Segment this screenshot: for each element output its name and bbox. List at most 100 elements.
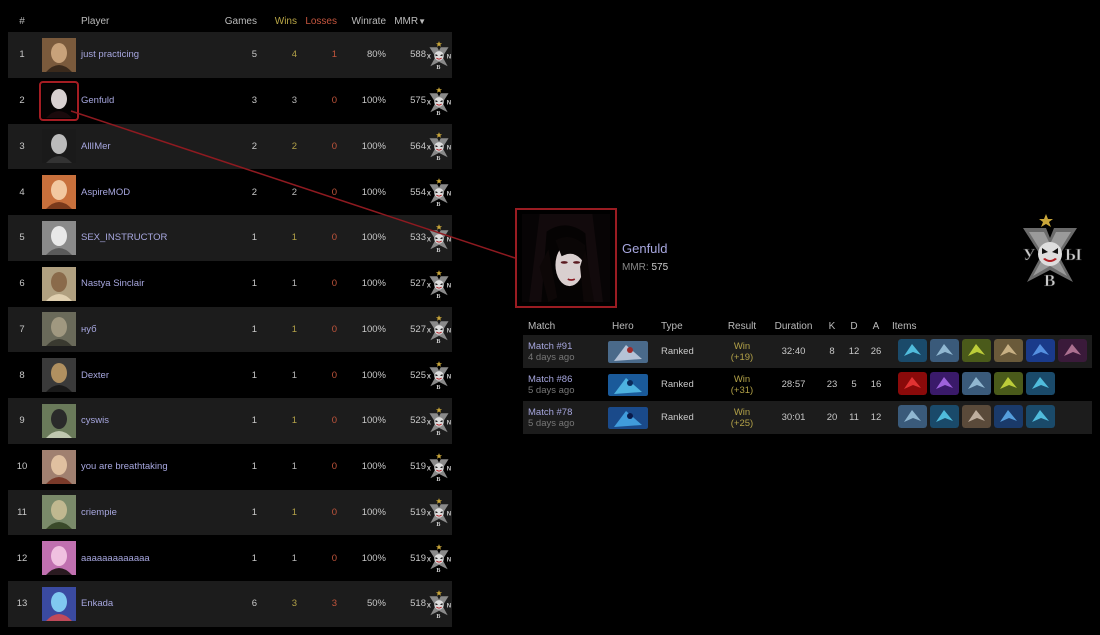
row-rank: 7	[19, 323, 25, 335]
item-icon	[1026, 371, 1055, 398]
match-title-link[interactable]: Match #86	[528, 374, 608, 385]
row-games: 2	[251, 186, 257, 198]
header-player[interactable]: Player	[81, 16, 205, 27]
row-rank: 3	[19, 140, 25, 152]
player-name-link[interactable]: you are breathtaking	[81, 461, 205, 472]
row-mmr: 519	[410, 461, 426, 473]
header-wins[interactable]: Wins	[257, 16, 297, 27]
row-losses: 0	[331, 140, 337, 152]
rank-emblem-icon: Х N В	[426, 38, 452, 72]
leaderboard-row[interactable]: 13 Enkada 6 3 3 50% 518 Х N В	[8, 581, 452, 627]
leaderboard-row[interactable]: 1 just practicing 5 4 1 80% 588 Х N В	[8, 32, 452, 78]
leaderboard-row[interactable]: 11 criempie 1 1 0 100% 519 Х N В	[8, 489, 452, 536]
header-losses[interactable]: Losses	[297, 16, 337, 27]
player-avatar[interactable]	[41, 220, 76, 255]
header-match: Match	[528, 321, 556, 332]
sort-down-icon: ▼	[418, 16, 426, 26]
leaderboard-row[interactable]: 7 нуб 1 1 0 100% 527 Х N В	[8, 306, 452, 353]
leaderboard-row[interactable]: 2 Genfuld 3 3 0 100% 575 Х N В	[8, 77, 452, 124]
match-title-link[interactable]: Match #91	[528, 341, 608, 352]
player-name-link[interactable]: Enkada	[81, 598, 205, 609]
player-avatar[interactable]	[38, 80, 79, 121]
svg-text:В: В	[436, 65, 440, 71]
player-name-link[interactable]: Genfuld	[81, 95, 205, 106]
row-wins: 2	[291, 140, 297, 152]
header-hero: Hero	[612, 321, 634, 332]
player-name-link[interactable]: cyswis	[81, 415, 205, 426]
leaderboard-row[interactable]: 5 SEX_INSTRUCTOR 1 1 0 100% 533 Х N В	[8, 215, 452, 261]
row-mmr: 523	[410, 415, 426, 427]
player-avatar[interactable]	[41, 449, 76, 484]
svg-text:В: В	[436, 339, 440, 345]
row-winrate: 100%	[361, 506, 386, 518]
row-avatar-cell	[36, 129, 81, 164]
match-duration: 32:40	[781, 346, 806, 357]
player-avatar[interactable]	[41, 175, 76, 210]
match-row[interactable]: Match #78 5 days ago Ranked Win (+25) 30:01 20…	[523, 401, 1092, 434]
player-name-link[interactable]: Nastya Sinclair	[81, 278, 205, 289]
player-name-link[interactable]: AspireMOD	[81, 187, 205, 198]
row-mmr: 518	[410, 598, 426, 610]
row-avatar-cell	[36, 220, 81, 255]
svg-text:В: В	[436, 156, 440, 162]
player-name-link[interactable]: SEX_INSTRUCTOR	[81, 232, 205, 243]
match-title-link[interactable]: Match #78	[528, 407, 608, 418]
match-deaths: 12	[848, 346, 860, 357]
player-avatar[interactable]	[41, 312, 76, 347]
hero-portrait	[608, 406, 661, 429]
row-wins: 1	[291, 461, 297, 473]
profile-avatar[interactable]	[515, 208, 617, 308]
mmr-delta: (+25)	[730, 417, 754, 429]
player-avatar[interactable]	[41, 495, 76, 530]
header-items: Items	[892, 321, 917, 332]
header-winrate[interactable]: Winrate	[337, 16, 386, 27]
item-icon	[962, 338, 991, 365]
match-row[interactable]: Match #91 4 days ago Ranked Win (+19) 32:40 8 1…	[523, 335, 1092, 368]
row-rank: 10	[16, 461, 28, 473]
leaderboard-row[interactable]: 9 cyswis 1 1 0 100% 523 Х N В	[8, 398, 452, 444]
leaderboard-row[interactable]: 10 you are breathtaking 1 1 0 100% 519 Х N В	[8, 443, 452, 490]
player-avatar[interactable]	[41, 541, 76, 576]
player-name-link[interactable]: нуб	[81, 324, 205, 335]
match-row[interactable]: Match #86 5 days ago Ranked Win (+31) 28:57 23…	[523, 368, 1092, 401]
player-avatar[interactable]	[41, 358, 76, 393]
item-icon	[962, 371, 991, 398]
player-name-link[interactable]: just practicing	[81, 49, 205, 60]
row-mmr: 519	[410, 552, 426, 564]
header-mmr[interactable]: MMR▼	[386, 16, 426, 27]
header-result: Result	[727, 321, 757, 332]
leaderboard-row[interactable]: 12 aaaaaaaaaaaaa 1 1 0 100% 519 Х N В	[8, 535, 452, 581]
player-avatar[interactable]	[41, 403, 76, 438]
player-name-link[interactable]: AllIMer	[81, 141, 205, 152]
row-avatar-cell	[36, 37, 81, 72]
svg-text:В: В	[436, 568, 440, 574]
row-avatar-cell	[36, 266, 81, 301]
row-avatar-cell	[36, 312, 81, 347]
row-mmr: 519	[410, 506, 426, 518]
svg-text:Х: Х	[427, 558, 431, 564]
leaderboard-row[interactable]: 8 Dexter 1 1 0 100% 525 Х N В	[8, 352, 452, 398]
svg-text:Х: Х	[427, 512, 431, 518]
row-wins: 1	[291, 369, 297, 381]
leaderboard-row[interactable]: 6 Nastya Sinclair 1 1 0 100% 527 Х N В	[8, 260, 452, 307]
player-avatar[interactable]	[41, 266, 76, 301]
player-avatar[interactable]	[41, 586, 76, 621]
row-games: 1	[251, 552, 257, 564]
leaderboard-row[interactable]: 4 AspireMOD 2 2 0 100% 554 Х N В	[8, 169, 452, 215]
player-name-link[interactable]: criempie	[81, 507, 205, 518]
row-losses: 1	[331, 49, 337, 61]
leaderboard-row[interactable]: 3 AllIMer 2 2 0 100% 564 Х N В	[8, 123, 452, 170]
rank-emblem-icon: Х N В	[426, 450, 452, 484]
row-wins: 1	[291, 552, 297, 564]
header-games[interactable]: Games	[205, 16, 257, 27]
header-rank[interactable]: #	[8, 16, 36, 27]
player-name-link[interactable]: Dexter	[81, 370, 205, 381]
player-avatar[interactable]	[41, 129, 76, 164]
svg-text:В: В	[436, 385, 440, 391]
row-winrate: 100%	[361, 278, 386, 290]
rank-emblem-icon: Х N В	[426, 312, 452, 346]
player-name-link[interactable]: aaaaaaaaaaaaa	[81, 553, 205, 564]
profile-name[interactable]: Genfuld	[622, 241, 668, 256]
rank-emblem-icon: Х N В	[426, 404, 452, 438]
player-avatar[interactable]	[41, 37, 76, 72]
